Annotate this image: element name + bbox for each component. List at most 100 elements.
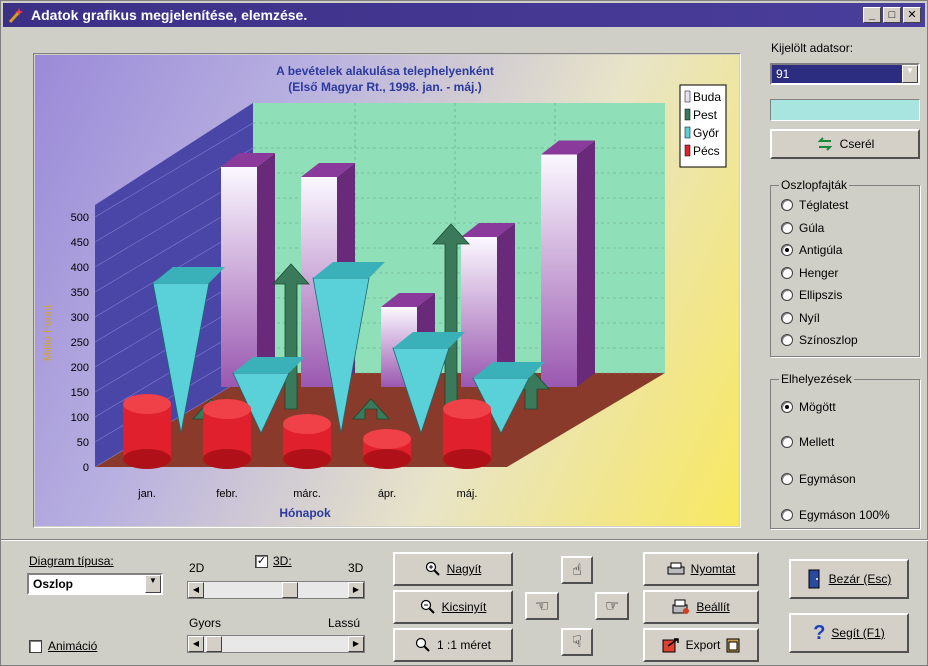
door-icon (808, 569, 820, 589)
3d-checkbox[interactable]: ✓ 3D: (255, 554, 292, 568)
animation-checkbox[interactable]: Animáció (29, 639, 97, 653)
diagram-type-select[interactable]: Oszlop ▼ (27, 573, 163, 595)
radio-button[interactable] (781, 312, 793, 324)
right-arrow-icon[interactable]: ▶ (348, 636, 364, 652)
radio-button-selected[interactable] (781, 401, 793, 413)
placement-label: Elhelyezések (779, 372, 854, 386)
app-window: Adatok grafikus megjelenítése, elemzése.… (0, 0, 928, 666)
label-3d-check: 3D: (273, 554, 292, 568)
series-select-label: Kijelölt adatsor: (771, 41, 854, 55)
series-select-value: 91 (776, 67, 790, 81)
label-slow: Lassú (328, 616, 361, 630)
print-button[interactable]: Nyomtat (643, 552, 759, 586)
label-fast: Gyors (189, 616, 222, 630)
help-label: Segít (F1) (831, 626, 885, 640)
swap-button[interactable]: Cserél (770, 129, 920, 159)
question-mark-icon: ? (813, 621, 826, 644)
left-arrow-icon[interactable]: ◀ (188, 636, 204, 652)
legend-swatch (684, 108, 691, 121)
hand-right-icon: ☞ (604, 598, 620, 615)
bar-top-pecs (363, 429, 411, 449)
radio-label: Nyíl (799, 311, 820, 325)
zoom-in-label: Nagyít (446, 562, 482, 576)
radio-button[interactable] (781, 334, 793, 346)
radio-egymason[interactable]: Egymáson (781, 472, 856, 486)
slider-thumb[interactable] (282, 582, 298, 598)
radio-szinoszlop[interactable]: Színoszlop (781, 333, 858, 347)
radio-mellett[interactable]: Mellett (781, 435, 834, 449)
wand-icon (8, 8, 23, 24)
y-tick-label: 150 (71, 387, 89, 399)
radio-ellipszis[interactable]: Ellipszis (781, 288, 842, 302)
radio-teglatest[interactable]: Téglatest (781, 198, 848, 212)
bar-buda (541, 154, 577, 387)
close-window-button[interactable]: ✕ (903, 7, 921, 23)
legend-swatch (684, 90, 691, 103)
radio-button-selected[interactable] (781, 244, 793, 256)
y-tick-label: 300 (71, 312, 89, 324)
actual-size-button[interactable]: 1 :1 méret (393, 628, 513, 662)
pan-left-button[interactable]: ☜ (525, 592, 559, 620)
pan-up-button[interactable]: ☝ (561, 556, 593, 584)
speed-slider[interactable]: ◀ ▶ (187, 635, 365, 653)
bar-top-pecs (443, 399, 491, 419)
radio-button[interactable] (781, 267, 793, 279)
depth-slider[interactable]: ◀ ▶ (187, 581, 365, 599)
pan-right-button[interactable]: ☞ (595, 592, 629, 620)
series-select[interactable]: 91 ▼ (770, 63, 920, 85)
radio-gula[interactable]: Gúla (781, 221, 824, 235)
radio-antigula[interactable]: Antigúla (781, 243, 842, 257)
placement-group: Elhelyezések Mögött Mellett Egymáson Egy… (770, 372, 920, 529)
x-axis-label: Hónapok (279, 506, 331, 520)
right-arrow-icon[interactable]: ▶ (348, 582, 364, 598)
radio-button[interactable] (781, 222, 793, 234)
radio-mogott[interactable]: Mögött (781, 400, 836, 414)
export-button[interactable]: Export (643, 628, 759, 662)
checkbox[interactable] (29, 639, 42, 653)
radio-label: Ellipszis (799, 288, 843, 302)
minimize-button[interactable]: _ (863, 7, 881, 23)
y-tick-label: 200 (71, 362, 89, 374)
magnifier-minus-icon (420, 599, 435, 614)
chart-area: 0 50 100 150 200 250 300 350 400 450 500 jan. febr.… (35, 55, 739, 526)
maximize-button[interactable]: □ (883, 7, 901, 23)
radio-label: Henger (799, 266, 839, 280)
zoom-in-button[interactable]: Nagyít (393, 552, 513, 586)
printer-icon (667, 562, 685, 575)
clipboard-icon (726, 638, 740, 653)
label-3d: 3D (348, 561, 364, 575)
y-tick-label: 100 (71, 412, 89, 424)
chevron-down-icon[interactable]: ▼ (145, 575, 161, 593)
bar-base-pecs (203, 449, 251, 469)
animation-label: Animáció (48, 639, 98, 653)
bar-types-group: Oszlopfajták Téglatest Gúla Antigúla Hen… (770, 178, 920, 357)
legend-swatch (684, 144, 691, 157)
radio-egymason-100[interactable]: Egymáson 100% (781, 508, 890, 522)
radio-button[interactable] (781, 473, 793, 485)
radio-button[interactable] (781, 509, 793, 521)
help-button[interactable]: ? Segít (F1) (789, 613, 909, 653)
chevron-down-icon[interactable]: ▼ (902, 65, 918, 83)
window-title: Adatok grafikus megjelenítése, elemzése. (31, 7, 308, 23)
left-arrow-icon[interactable]: ◀ (188, 582, 204, 598)
radio-button[interactable] (781, 436, 793, 448)
legend-label: Pécs (693, 144, 720, 158)
hand-down-icon: ☟ (572, 634, 582, 651)
setup-button[interactable]: Beállít (643, 590, 759, 624)
radio-button[interactable] (781, 289, 793, 301)
bar-side-buda (257, 153, 275, 387)
slider-thumb[interactable] (206, 636, 222, 652)
chart-title: A bevételek alakulása telephelyenként (276, 64, 494, 78)
close-button[interactable]: Bezár (Esc) (789, 559, 909, 599)
checkbox-checked[interactable]: ✓ (255, 554, 268, 568)
y-tick-label: 50 (77, 437, 89, 449)
radio-nyil[interactable]: Nyíl (781, 311, 820, 325)
pan-down-button[interactable]: ☟ (561, 628, 593, 656)
radio-button[interactable] (781, 199, 793, 211)
radio-henger[interactable]: Henger (781, 266, 838, 280)
chart-legend: Buda Pest Győr Pécs (679, 84, 727, 168)
zoom-out-button[interactable]: Kicsinyít (393, 590, 513, 624)
radio-label: Antigúla (799, 243, 843, 257)
y-tick-label: 250 (71, 337, 89, 349)
series-color-swatch[interactable] (770, 99, 920, 121)
